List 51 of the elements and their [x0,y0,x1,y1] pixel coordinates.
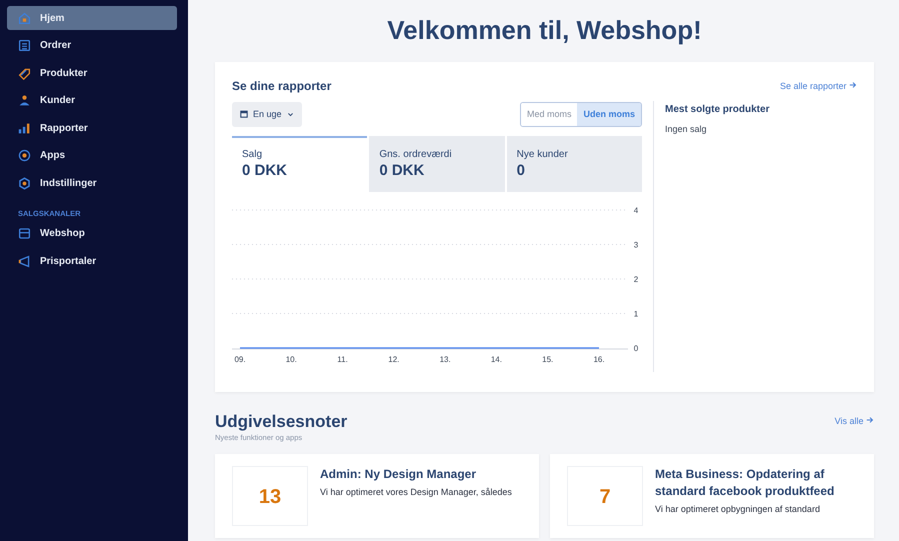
period-dropdown[interactable]: En uge [232,102,302,126]
sidebar-item[interactable]: Hjem [7,6,177,30]
x-tick-label: 16. [593,355,605,364]
metric-tab[interactable]: Nye kunder 0 [506,136,642,192]
x-tick-label: 09. [234,355,246,364]
home-icon [18,12,31,24]
sidebar-item[interactable]: Produkter [7,61,177,85]
person-icon [18,94,31,107]
note-text: Vi har optimeret opbygningen af standard [655,504,821,515]
top-products-title: Mest solgte produkter [665,103,770,115]
calendar-icon [240,110,248,118]
date-day: 13 [258,485,282,509]
x-tick-label: 14. [490,355,502,364]
x-tick-label: 15. [542,355,554,364]
section-title: Udgivelsesnoter [215,412,348,432]
sidebar-item[interactable]: Kunder [7,88,177,112]
y-tick-label: 4 [634,206,638,215]
date-day: 7 [599,485,611,509]
note-title[interactable]: Meta Business: Opdatering af standard facebook produktfeed [655,466,857,500]
sidebar-item[interactable]: Webshop [7,222,177,246]
y-tick-label: 2 [634,275,638,284]
x-tick-label: 10. [286,355,297,364]
page-title: Velkommen til, Webshop! [386,14,703,47]
y-tick-label: 1 [634,310,638,318]
storefront-icon [18,227,31,240]
list-icon [18,39,31,52]
megaphone-icon [18,254,31,268]
see-all-reports-link[interactable]: Se alle rapporter [780,81,857,91]
arrow-right-icon [866,416,874,424]
arrow-right-icon [849,81,857,89]
see-all-link[interactable]: Vis alle [834,416,874,426]
apps-icon [18,149,31,162]
x-tick-label: 11. [337,355,348,364]
x-tick-label: 12. [388,355,400,364]
empty-text: Ingen salg [665,124,708,134]
tag-icon [18,66,31,80]
settings-icon [18,176,31,190]
note-text: Vi har optimeret vores Design Manager, således [320,487,512,498]
card-title: Se dine rapporter [232,79,332,93]
sidebar-item[interactable]: Indstillinger [7,171,177,195]
y-tick-label: 0 [634,344,638,353]
sidebar-item[interactable]: Ordrer [7,34,177,58]
x-tick-label: 13. [440,355,451,364]
metric-tab[interactable]: Gns. ordreværdi 0 DKK [369,136,505,192]
y-tick-label: 3 [634,240,638,250]
sidebar-item[interactable]: Rapporter [7,116,177,140]
sidebar-item[interactable]: Prisportaler [7,249,177,273]
sidebar-item[interactable]: Apps [7,144,177,168]
bar-chart-icon [18,122,31,134]
chevron-down-icon [286,110,294,118]
note-title[interactable]: Admin: Ny Design Manager [320,466,512,483]
